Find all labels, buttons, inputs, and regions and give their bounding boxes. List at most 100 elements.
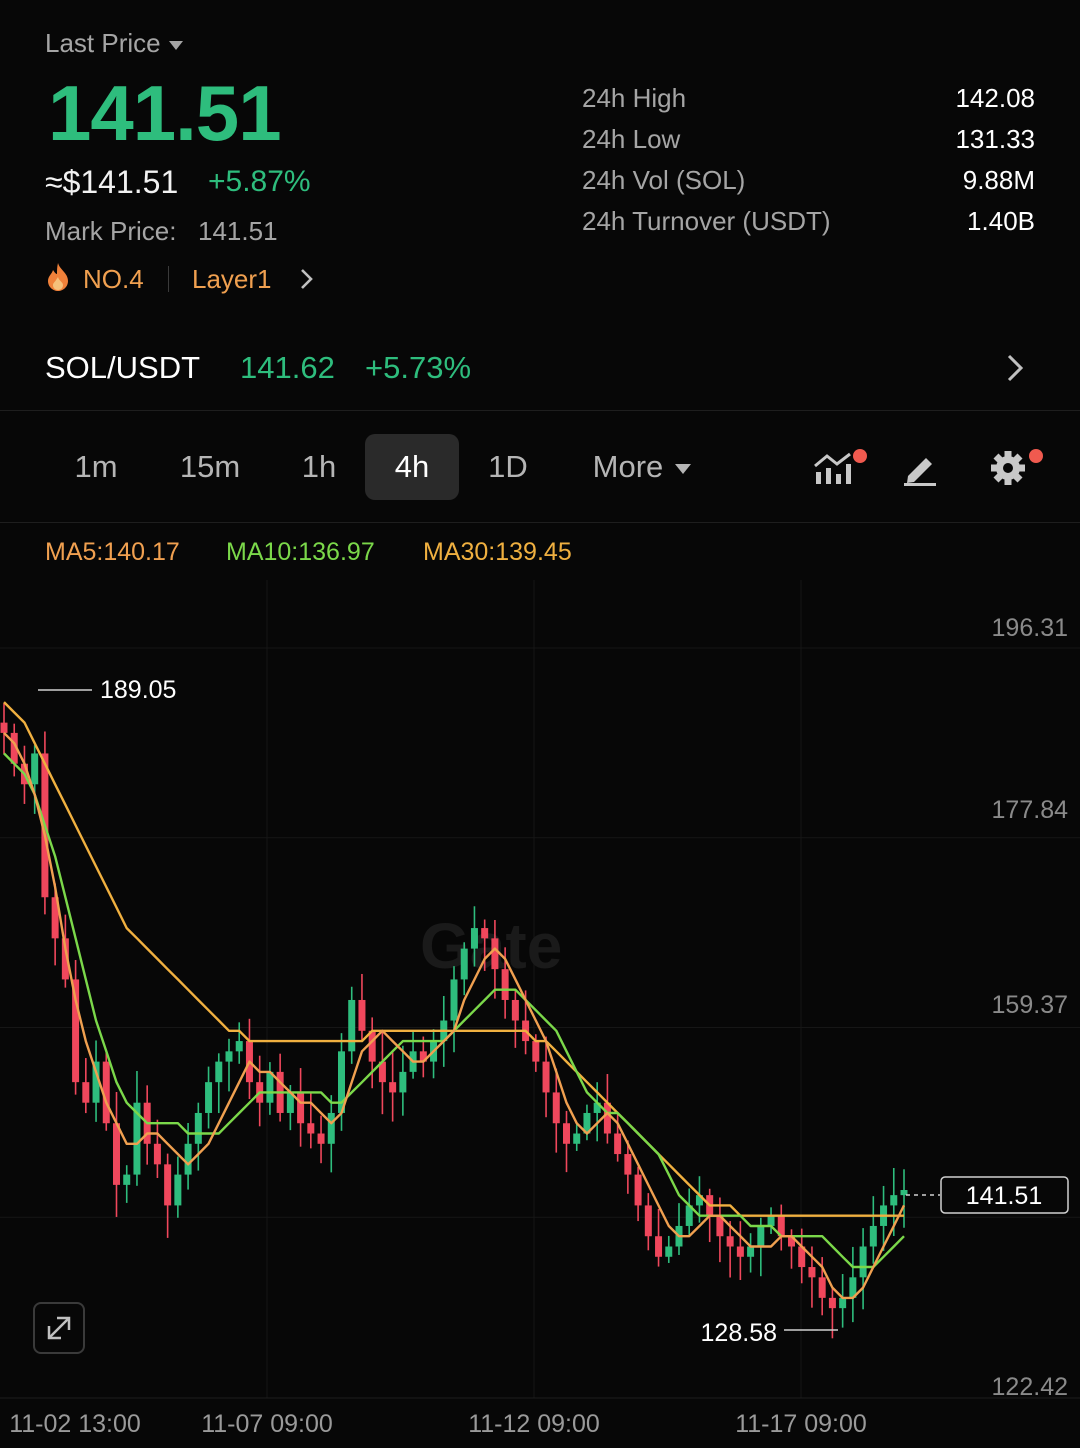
usd-price: ≈$141.51 [45,164,179,200]
candlestick-chart[interactable]: Gate 196.31 177.84 159.37 122.42 11-02 13:00 1… [0,580,1080,1448]
divider [0,522,1080,523]
caret-down-icon [675,463,692,474]
y-tick-label: 122.42 [992,1373,1068,1401]
fullscreen-expand-button[interactable] [33,1302,85,1354]
candle-body [450,979,458,1021]
x-tick-label: 11-17 09:00 [735,1410,867,1438]
x-tick-label: 11-07 09:00 [201,1410,333,1438]
stat-value-low: 131.33 [955,124,1035,154]
draw-pencil-icon[interactable] [900,448,940,493]
last-price-dropdown[interactable]: Last Price [45,28,183,59]
chevron-right-icon[interactable] [1004,352,1026,389]
pair-name[interactable]: SOL/USDT [45,350,200,386]
stat-value-turnover: 1.40B [967,206,1035,236]
candle-body [532,1041,540,1062]
pair-change: +5.73% [365,350,472,385]
candle-body [552,1092,560,1124]
candle-body [164,1164,172,1206]
candle-body [634,1174,642,1206]
y-tick-label: 159.37 [992,991,1068,1019]
candle-body [368,1030,376,1062]
candle-body [491,938,499,970]
stat-label-low: 24h Low [582,124,681,154]
y-tick-label: 196.31 [992,614,1068,642]
mark-price-label: Mark Price: [45,216,177,246]
candle-body [460,948,468,980]
candle-body [726,1236,734,1247]
candle-body [869,1225,877,1247]
indicators-icon[interactable] [812,448,868,493]
candle-body [184,1143,192,1175]
candle-body [0,722,8,733]
stat-value-volume: 9.88M [962,165,1035,195]
current-price-label: 141.51 [966,1182,1042,1210]
divider [0,410,1080,411]
stat-label-high: 24h High [582,83,687,113]
flame-icon [45,262,71,297]
low-marker-label: 128.58 [701,1319,777,1347]
candle-body [307,1123,315,1134]
candle-body [747,1246,755,1257]
candle-body [839,1297,847,1309]
tab-more-label: More [592,449,664,484]
candle-body [481,928,489,939]
candle-body [113,1123,120,1185]
candle-body [389,1082,397,1093]
candle-body [348,999,356,1052]
tab-more[interactable]: More [580,434,704,500]
divider [168,266,169,292]
candle-body [563,1123,570,1144]
settings-gear-icon[interactable] [988,446,1046,495]
candle-body [31,753,39,785]
candle-body [266,1071,274,1103]
pair-price: 141.62 [240,350,335,385]
ma30-label: MA30:139.45 [423,538,572,566]
candle-body [123,1174,131,1185]
candle-body [644,1205,652,1237]
mark-price-value: 141.51 [198,216,278,246]
change-percent: +5.87% [208,165,311,198]
ma5-label: MA5:140.17 [45,538,180,566]
tab-15m[interactable]: 15m [166,434,254,500]
candle-body [614,1133,622,1155]
candle-body [235,1041,243,1052]
watermark-text: Gate [420,910,562,982]
candle-body [859,1246,867,1278]
stat-label-turnover: 24h Turnover (USDT) [582,206,831,236]
candle-body [501,969,509,1000]
candle-body [624,1154,632,1175]
chevron-right-icon[interactable] [298,266,316,297]
candle-body [153,1143,161,1165]
candle-body [511,999,519,1021]
stat-label-volume: 24h Vol (SOL) [582,165,746,195]
caret-down-icon [168,40,183,50]
candle-body [757,1225,765,1247]
candle-body [358,999,366,1031]
candle-body [573,1133,581,1144]
candle-body [808,1267,816,1278]
last-price-value: 141.51 [48,69,282,157]
tab-1h[interactable]: 1h [284,434,354,500]
candle-body [736,1246,744,1257]
candle-body [890,1195,898,1206]
candle-body [828,1297,836,1309]
candle-body [297,1092,305,1124]
rank-badge[interactable]: NO.4 [83,264,144,295]
tab-1m[interactable]: 1m [58,434,134,500]
tab-1d[interactable]: 1D [472,434,544,500]
x-tick-label: 11-02 13:00 [9,1410,141,1438]
tab-4h[interactable]: 4h [365,434,459,500]
x-tick-label: 11-12 09:00 [468,1410,600,1438]
candle-body [225,1051,233,1062]
candle-body [655,1236,663,1257]
last-price-label: Last Price [45,28,161,58]
candle-body [665,1246,673,1257]
candle-body [174,1174,182,1206]
expand-arrows-icon [47,1316,71,1340]
candle-body [327,1112,335,1144]
candle-body [818,1277,826,1298]
sector-link[interactable]: Layer1 [192,264,272,295]
candle-body [194,1112,202,1144]
candle-body [399,1071,407,1093]
candle-body [215,1061,223,1083]
